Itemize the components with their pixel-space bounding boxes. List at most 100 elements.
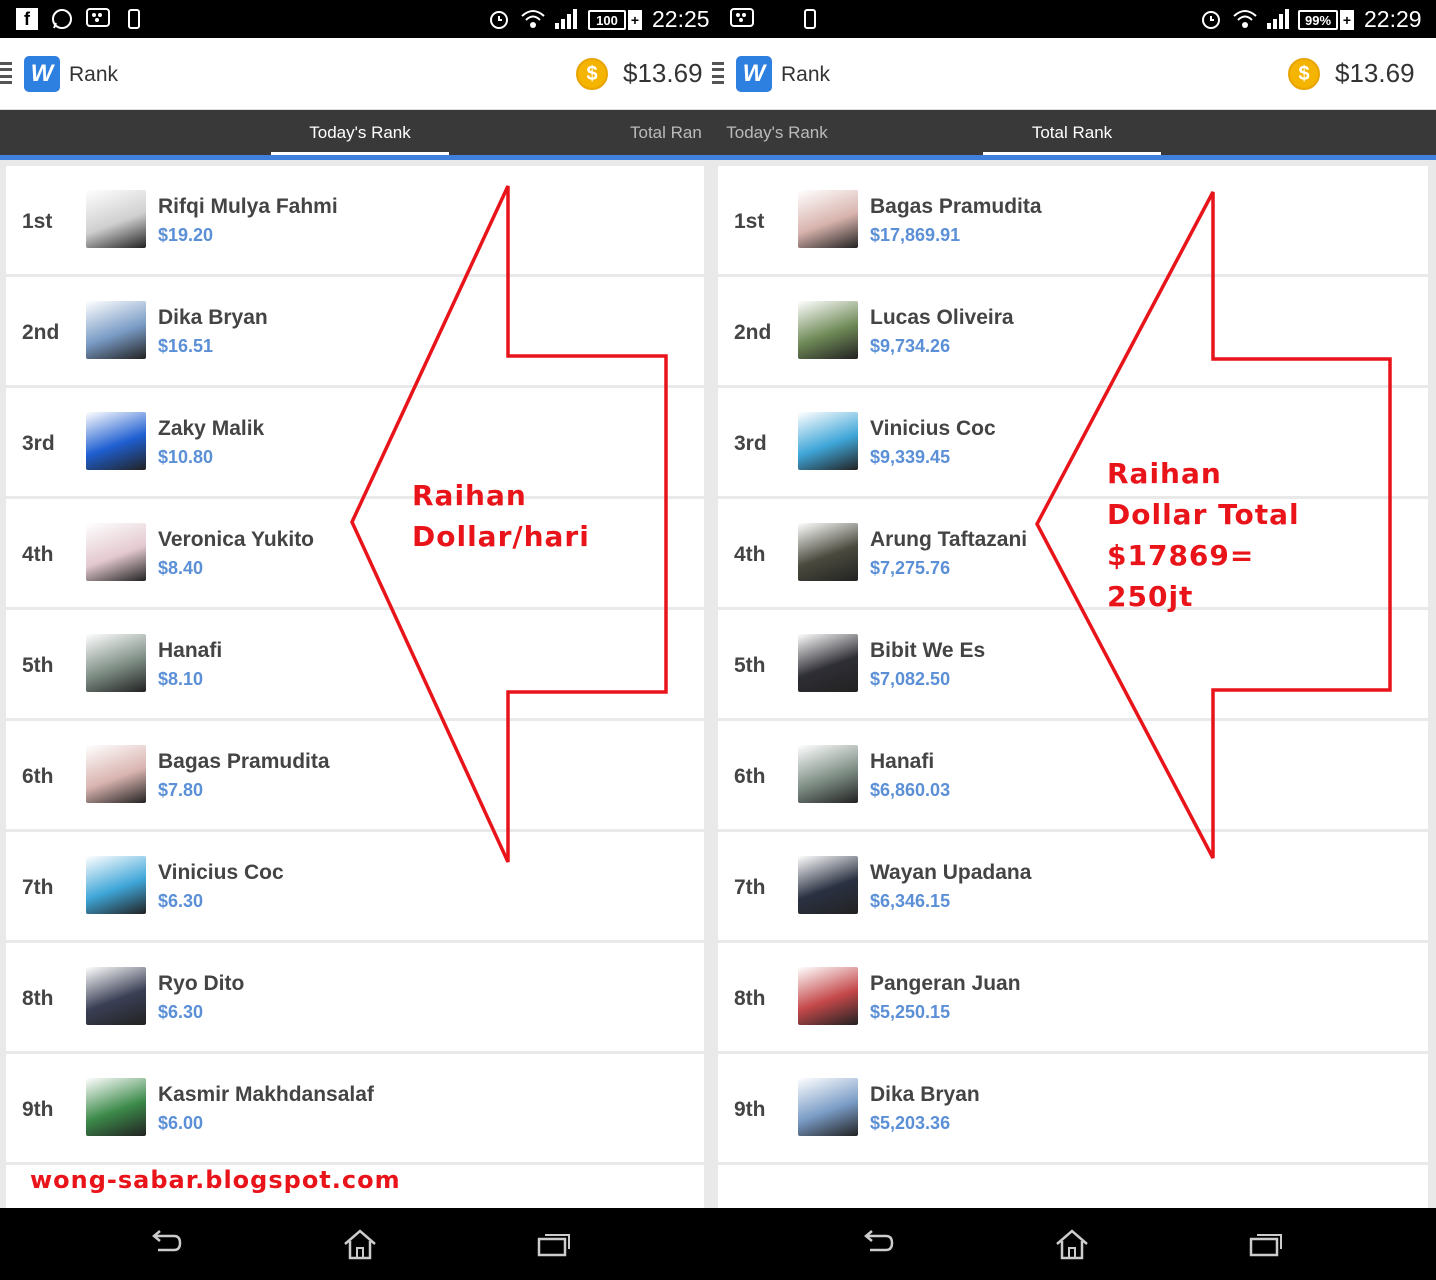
list-item[interactable]: 9th Kasmir Makhdansalaf $6.00 (6, 1054, 704, 1162)
rank-tabs: Today's Rank Total Ran (0, 110, 712, 160)
user-name: Wayan Upadana (870, 861, 1032, 884)
page-title: Rank (781, 63, 831, 86)
clock: 22:29 (1364, 6, 1422, 32)
list-item[interactable]: 3rd Zaky Malik $10.80 (6, 388, 704, 496)
avatar (86, 967, 146, 1025)
rank-label: 9th (734, 1098, 766, 1121)
rank-label: 3rd (22, 432, 55, 455)
user-name: Veronica Yukito (158, 528, 315, 551)
user-name: Zaky Malik (158, 417, 265, 440)
recent-apps-icon[interactable] (1246, 1226, 1286, 1262)
list-item[interactable]: 4th Veronica Yukito $8.40 (6, 499, 704, 607)
rank-label: 2nd (734, 321, 772, 344)
user-name: Bagas Pramudita (158, 750, 330, 773)
avatar (798, 412, 858, 470)
nav-bar (0, 1208, 712, 1280)
list-item[interactable]: 7th Wayan Upadana $6,346.15 (718, 832, 1428, 940)
rank-label: 2nd (22, 321, 60, 344)
earnings-amount: $5,250.15 (870, 1002, 951, 1022)
wifi-icon (1232, 8, 1258, 30)
rank-label: 1st (734, 210, 765, 233)
avatar (798, 745, 858, 803)
bbm-icon (730, 8, 754, 30)
list-item[interactable]: 8th Ryo Dito $6.30 (6, 943, 704, 1051)
list-item[interactable]: 5th Bibit We Es $7,082.50 (718, 610, 1428, 718)
earnings-amount: $19.20 (158, 225, 214, 245)
annotation-total: Raihan Dollar Total $17869= 250jt (1107, 453, 1300, 617)
menu-icon[interactable] (0, 62, 12, 84)
rank-label: 6th (22, 765, 54, 788)
annotation-line: Raihan (412, 479, 527, 512)
avatar (86, 745, 146, 803)
alarm-icon (486, 8, 512, 30)
list-item[interactable]: 4th Arung Taftazani $7,275.76 (718, 499, 1428, 607)
rank-label: 8th (734, 987, 766, 1010)
list-item[interactable]: 6th Hanafi $6,860.03 (718, 721, 1428, 829)
avatar (86, 412, 146, 470)
rank-label: 7th (734, 876, 766, 899)
earnings-amount: $10.80 (158, 447, 214, 467)
bbm-icon (86, 8, 110, 30)
user-name: Kasmir Makhdansalaf (158, 1083, 374, 1106)
tab-total-rank[interactable]: Total Rank (983, 110, 1161, 155)
rank-list: 1st Rifqi Mulya Fahmi $19.20 2nd Dika Bryan $… (0, 160, 712, 1208)
list-item[interactable]: 8th Pangeran Juan $5,250.15 (718, 943, 1428, 1051)
user-name: Vinicius Coc (158, 861, 284, 884)
status-bar: 99% + 22:29 (712, 0, 1436, 38)
rank-label: 8th (22, 987, 54, 1010)
watermark: wong-sabar.blogspot.com (30, 1166, 401, 1194)
earnings-amount: $6,346.15 (870, 891, 951, 911)
balance-amount: $13.69 (623, 58, 703, 88)
user-name: Rifqi Mulya Fahmi (158, 195, 338, 218)
list-item[interactable]: 6th Bagas Pramudita $7.80 (6, 721, 704, 829)
list-item[interactable]: 9th Dika Bryan $5,203.36 (718, 1054, 1428, 1162)
annotation-line: $17869= (1107, 539, 1255, 572)
user-name: Ryo Dito (158, 972, 245, 995)
back-icon[interactable] (858, 1226, 898, 1262)
earnings-amount: $5,203.36 (870, 1113, 951, 1133)
earnings-amount: $16.51 (158, 336, 214, 356)
tab-total-rank[interactable]: Total Ran (630, 110, 712, 155)
app-bar: W Rank $ $13.69 (712, 38, 1436, 110)
tab-todays-rank[interactable]: Today's Rank (712, 110, 842, 155)
avatar (798, 967, 858, 1025)
rank-tabs: Today's Rank Total Rank (712, 110, 1436, 160)
rank-label: 4th (22, 543, 54, 566)
list-item[interactable]: 5th Hanafi $8.10 (6, 610, 704, 718)
coin-icon: $ (1288, 58, 1320, 90)
coin-icon: $ (576, 58, 608, 90)
annotation-daily: Raihan Dollar/hari (412, 475, 590, 557)
home-icon[interactable] (340, 1226, 380, 1262)
back-icon[interactable] (146, 1226, 186, 1262)
tab-todays-rank[interactable]: Today's Rank (271, 110, 449, 155)
menu-icon[interactable] (712, 62, 724, 84)
phone-icon (128, 8, 140, 30)
battery-indicator: 99% (1298, 10, 1338, 30)
user-name: Dika Bryan (158, 306, 268, 329)
rank-label: 5th (734, 654, 766, 677)
rank-label: 7th (22, 876, 54, 899)
list-item[interactable]: 7th Vinicius Coc $6.30 (6, 832, 704, 940)
wifi-icon (520, 8, 546, 30)
earnings-amount: $6.00 (158, 1113, 204, 1133)
list-item[interactable]: 1st Rifqi Mulya Fahmi $19.20 (6, 166, 704, 274)
user-name: Pangeran Juan (870, 972, 1021, 995)
status-bar: f 100 + 22:25 (0, 0, 712, 38)
list-item[interactable]: 3rd Vinicius Coc $9,339.45 (718, 388, 1428, 496)
list-item-partial[interactable] (718, 1165, 1428, 1208)
rank-label: 3rd (734, 432, 767, 455)
signal-icon (552, 8, 578, 30)
rank-label: 4th (734, 543, 766, 566)
screenshot-right: 99% + 22:29 W Rank $ $13.69 Today's Rank… (712, 0, 1436, 1280)
list-item[interactable]: 1st Bagas Pramudita $17,869.91 (718, 166, 1428, 274)
user-name: Arung Taftazani (870, 528, 1028, 551)
home-icon[interactable] (1052, 1226, 1092, 1262)
list-item[interactable]: 2nd Dika Bryan $16.51 (6, 277, 704, 385)
user-name: Hanafi (158, 639, 223, 662)
user-name: Bagas Pramudita (870, 195, 1042, 218)
list-item[interactable]: 2nd Lucas Oliveira $9,734.26 (718, 277, 1428, 385)
recent-apps-icon[interactable] (534, 1226, 574, 1262)
avatar (86, 523, 146, 581)
app-logo: W (736, 56, 772, 92)
avatar (798, 634, 858, 692)
